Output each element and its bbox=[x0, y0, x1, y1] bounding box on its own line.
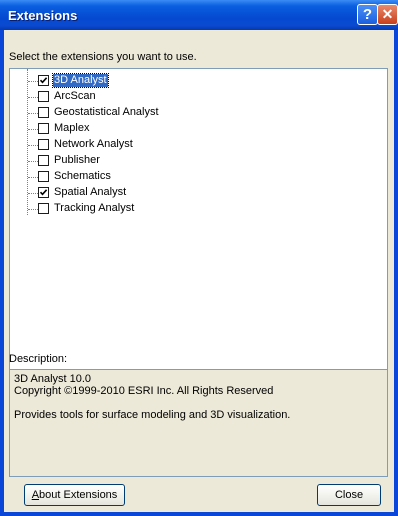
extension-item[interactable]: Maplex bbox=[10, 121, 370, 137]
tree-connector bbox=[28, 129, 38, 130]
tree-connector bbox=[28, 145, 38, 146]
tree-connector bbox=[28, 97, 38, 98]
extensions-list[interactable]: 3D Analyst ArcScan Geostatistical Analyst M… bbox=[9, 68, 388, 381]
extension-label: Maplex bbox=[54, 122, 90, 134]
extension-item[interactable]: Geostatistical Analyst bbox=[10, 105, 370, 121]
extension-label: ArcScan bbox=[54, 90, 96, 102]
help-icon: ? bbox=[362, 6, 373, 23]
extension-checkbox[interactable] bbox=[38, 75, 49, 86]
extension-item[interactable]: Schematics bbox=[10, 169, 370, 185]
about-extensions-label: About Extensions bbox=[31, 489, 118, 501]
extension-item[interactable]: 3D Analyst bbox=[10, 73, 370, 89]
extension-item[interactable]: Spatial Analyst bbox=[10, 185, 370, 201]
close-icon: ✕ bbox=[381, 6, 394, 22]
extension-label: Schematics bbox=[54, 170, 111, 182]
extension-item[interactable]: Network Analyst bbox=[10, 137, 370, 153]
tree-connector bbox=[28, 209, 38, 210]
dialog-body: Select the extensions you want to use. 3… bbox=[4, 30, 394, 512]
title-bar[interactable]: Extensions ? ✕ bbox=[0, 0, 398, 30]
instruction-label: Select the extensions you want to use. bbox=[9, 51, 197, 63]
close-button-label: Close bbox=[334, 489, 364, 501]
extension-label: Spatial Analyst bbox=[54, 186, 127, 198]
window-title: Extensions bbox=[8, 8, 78, 23]
close-window-button[interactable]: ✕ bbox=[377, 4, 398, 25]
tree-connector bbox=[28, 177, 38, 178]
extension-label: Tracking Analyst bbox=[54, 202, 135, 214]
checkmark-icon bbox=[39, 77, 48, 84]
extension-item[interactable]: ArcScan bbox=[10, 89, 370, 105]
extension-checkbox[interactable] bbox=[38, 91, 49, 102]
tree-connector bbox=[28, 161, 38, 162]
extension-label: Publisher bbox=[54, 154, 100, 166]
extension-label: Network Analyst bbox=[54, 138, 133, 150]
description-text: 3D Analyst 10.0 Copyright ©1999-2010 ESR… bbox=[9, 369, 388, 477]
tree-connector bbox=[28, 81, 38, 82]
about-extensions-button[interactable]: About Extensions bbox=[24, 484, 125, 506]
extension-checkbox[interactable] bbox=[38, 139, 49, 150]
extension-checkbox[interactable] bbox=[38, 203, 49, 214]
extension-checkbox[interactable] bbox=[38, 171, 49, 182]
extension-checkbox[interactable] bbox=[38, 123, 49, 134]
tree-connector bbox=[28, 113, 38, 114]
extension-item[interactable]: Tracking Analyst bbox=[10, 201, 370, 217]
close-button[interactable]: Close bbox=[317, 484, 381, 506]
extension-checkbox[interactable] bbox=[38, 155, 49, 166]
extension-checkbox[interactable] bbox=[38, 187, 49, 198]
extensions-dialog: Extensions ? ✕ Select the extensions you… bbox=[0, 0, 398, 516]
extension-checkbox[interactable] bbox=[38, 107, 49, 118]
description-label: Description: bbox=[9, 353, 68, 365]
tree-connector bbox=[28, 193, 38, 194]
checkmark-icon bbox=[39, 189, 48, 196]
extension-item[interactable]: Publisher bbox=[10, 153, 370, 169]
help-button[interactable]: ? bbox=[357, 4, 378, 25]
extension-label: 3D Analyst bbox=[52, 73, 109, 88]
extension-label: Geostatistical Analyst bbox=[54, 106, 159, 118]
